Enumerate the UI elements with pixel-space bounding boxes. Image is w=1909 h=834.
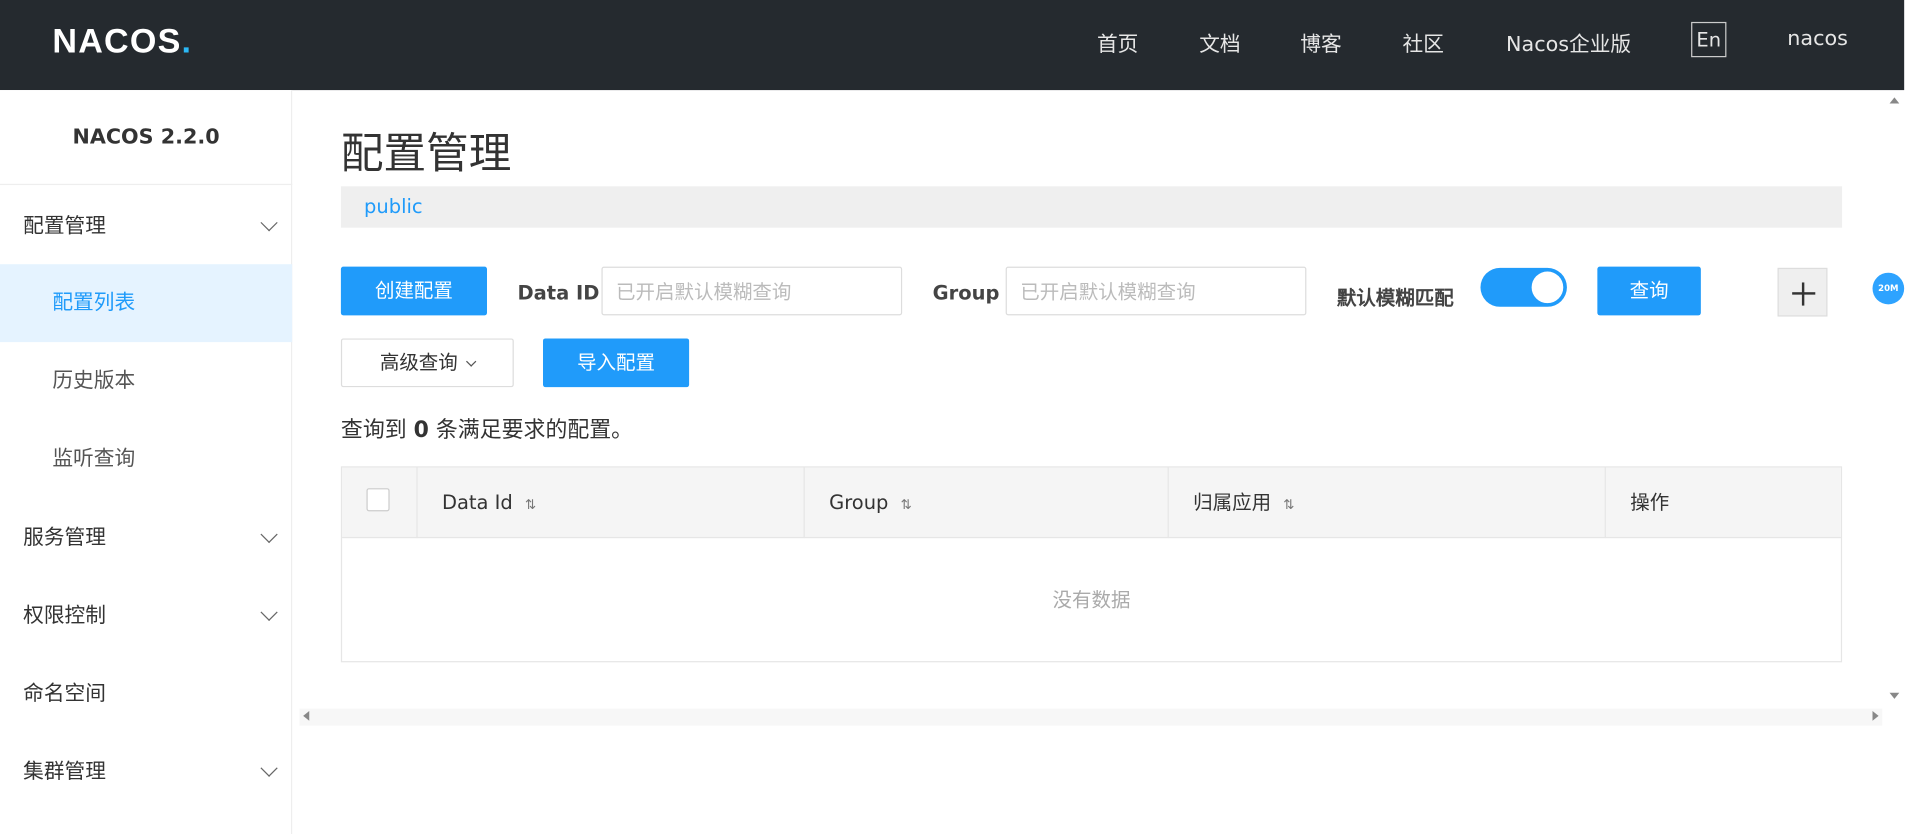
column-header-data-id[interactable]: Data Id ⇅: [418, 467, 805, 539]
sidebar-item-cluster-management[interactable]: 集群管理: [0, 733, 292, 811]
chevron-down-icon: [260, 214, 278, 232]
chevron-down-icon: [260, 525, 278, 544]
nav-community[interactable]: 社区: [1403, 27, 1444, 57]
nav-blog[interactable]: 博客: [1300, 27, 1341, 57]
select-all-cell: [342, 467, 418, 539]
result-summary: 查询到 0 条满足要求的配置。: [340, 417, 634, 444]
scroll-left-icon[interactable]: [303, 711, 310, 721]
sidebar-item-listener-query[interactable]: 监听查询: [0, 420, 292, 498]
config-table: Data Id ⇅ Group ⇅ 归属应用 ⇅ 操作 没有数据: [340, 466, 1843, 663]
scroll-right-icon[interactable]: [1872, 711, 1879, 721]
plus-icon[interactable]: [1777, 267, 1828, 317]
sort-icon[interactable]: ⇅: [525, 497, 536, 513]
sidebar-item-namespace[interactable]: 命名空间: [0, 655, 292, 733]
import-config-button[interactable]: 导入配置: [543, 338, 690, 388]
nacos-logo[interactable]: NACOS.: [52, 22, 192, 61]
select-all-checkbox[interactable]: [366, 488, 390, 512]
toggle-knob: [1531, 271, 1564, 304]
column-header-group[interactable]: Group ⇅: [805, 467, 1169, 539]
result-count: 0: [413, 417, 429, 444]
floating-badge[interactable]: 20M: [1872, 272, 1905, 305]
nav-enterprise[interactable]: Nacos企业版: [1506, 27, 1631, 57]
create-config-button[interactable]: 创建配置: [340, 266, 487, 316]
search-button[interactable]: 查询: [1597, 266, 1701, 316]
nav-home[interactable]: 首页: [1097, 27, 1138, 57]
version-label: NACOS 2.2.0: [0, 90, 293, 186]
sidebar-item-config-management[interactable]: 配置管理: [0, 187, 292, 265]
fuzzy-match-toggle[interactable]: [1480, 267, 1567, 307]
sidebar-item-history[interactable]: 历史版本: [0, 342, 292, 420]
sidebar-item-permission-control[interactable]: 权限控制: [0, 577, 292, 655]
group-input[interactable]: [1005, 266, 1307, 316]
scroll-down-icon[interactable]: [1889, 692, 1900, 699]
top-header: NACOS. 首页 文档 博客 社区 Nacos企业版 En nacos: [0, 0, 1905, 91]
group-label: Group: [932, 281, 1000, 305]
empty-state-text: 没有数据: [1052, 588, 1131, 612]
advanced-search-button[interactable]: 高级查询: [340, 338, 514, 388]
namespace-bar: public: [340, 186, 1843, 228]
sidebar: NACOS 2.2.0 配置管理 配置列表 历史版本 监听查询 服务管理 权限控…: [0, 90, 293, 834]
chevron-down-icon: [260, 759, 278, 777]
sort-icon[interactable]: ⇅: [901, 497, 912, 513]
user-name[interactable]: nacos: [1787, 27, 1848, 51]
chevron-down-icon: [466, 356, 477, 367]
sidebar-item-service-management[interactable]: 服务管理: [0, 499, 292, 577]
column-header-actions: 操作: [1630, 490, 1670, 514]
scroll-up-icon[interactable]: [1889, 97, 1900, 104]
sidebar-item-config-list[interactable]: 配置列表: [0, 264, 293, 343]
sort-icon[interactable]: ⇅: [1283, 497, 1294, 513]
column-header-app[interactable]: 归属应用 ⇅: [1169, 467, 1606, 539]
table-header: Data Id ⇅ Group ⇅ 归属应用 ⇅ 操作: [342, 467, 1841, 539]
chevron-down-icon: [260, 603, 278, 622]
namespace-public-link[interactable]: public: [364, 195, 423, 218]
nav-docs[interactable]: 文档: [1199, 27, 1240, 57]
main-content: 配置管理 public 创建配置 Data ID Group 默认模糊匹配 查询…: [293, 90, 1904, 834]
data-id-label: Data ID: [517, 281, 600, 305]
page-title: 配置管理: [340, 130, 512, 179]
horizontal-scrollbar[interactable]: [299, 708, 1883, 726]
fuzzy-match-label: 默认模糊匹配: [1336, 286, 1454, 310]
data-id-input[interactable]: [601, 266, 903, 316]
language-toggle-button[interactable]: En: [1691, 21, 1727, 58]
